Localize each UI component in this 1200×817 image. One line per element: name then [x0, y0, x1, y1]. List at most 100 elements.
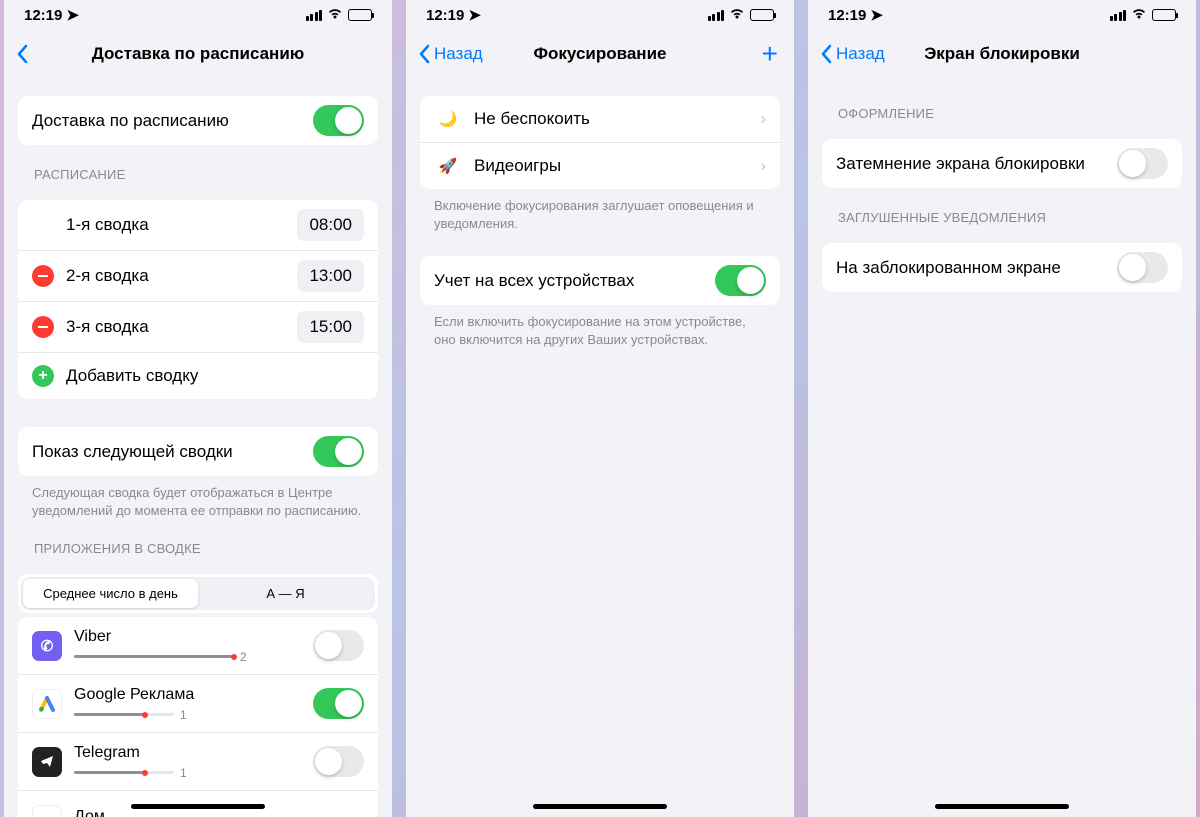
status-time: 12:19: [828, 7, 866, 24]
battery-icon: [750, 9, 774, 21]
summary-row-3[interactable]: 3-я сводка 15:00: [18, 302, 378, 353]
app-count: 1: [180, 708, 187, 722]
location-icon: ➤: [468, 6, 481, 24]
home-indicator[interactable]: [533, 804, 667, 809]
segment-alpha[interactable]: А — Я: [198, 579, 373, 608]
row-label: Видеоигры: [474, 156, 760, 176]
summary-row-1[interactable]: 1-я сводка 08:00: [18, 200, 378, 251]
nav-bar: Доставка по расписанию: [4, 32, 392, 76]
back-label: Назад: [434, 44, 483, 64]
scheduled-delivery-toggle-row: Доставка по расписанию: [18, 96, 378, 145]
moon-icon: 🌙: [434, 105, 462, 133]
on-lock-row: На заблокированном экране: [822, 243, 1182, 292]
focus-dnd-row[interactable]: 🌙 Не беспокоить ›: [420, 96, 780, 143]
google-ads-icon: [32, 689, 62, 719]
app-row-google-ads: Google Реклама 1: [18, 675, 378, 733]
location-icon: ➤: [66, 6, 79, 24]
screen-focus: 12:19➤ Назад Фокусирование + 🌙 Не беспок…: [406, 0, 794, 817]
status-bar: 12:19➤: [808, 0, 1196, 18]
nav-bar: Назад Фокусирование +: [406, 32, 794, 76]
dim-lock-row: Затемнение экрана блокировки: [822, 139, 1182, 188]
page-title: Экран блокировки: [924, 44, 1080, 64]
focus-gaming-row[interactable]: 🚀 Видеоигры ›: [420, 143, 780, 189]
home-indicator[interactable]: [131, 804, 265, 809]
wifi-icon: [1131, 7, 1147, 24]
dim-toggle[interactable]: [1117, 148, 1168, 179]
row-label: Доставка по расписанию: [32, 111, 313, 131]
wifi-icon: [327, 7, 343, 24]
time-value[interactable]: 13:00: [297, 260, 364, 292]
home-indicator[interactable]: [935, 804, 1069, 809]
row-label: На заблокированном экране: [836, 258, 1117, 278]
remove-icon[interactable]: [32, 316, 54, 338]
app-toggle[interactable]: [313, 630, 364, 661]
share-toggle[interactable]: [715, 265, 766, 296]
app-name: Viber: [74, 628, 303, 646]
row-label: Показ следующей сводки: [32, 442, 313, 462]
back-button[interactable]: Назад: [820, 44, 885, 64]
status-bar: 12:19➤: [406, 0, 794, 18]
scheduled-delivery-toggle[interactable]: [313, 105, 364, 136]
row-label: Затемнение экрана блокировки: [836, 154, 1117, 174]
telegram-icon: [32, 747, 62, 777]
screen-scheduled-delivery: 12:19➤ Доставка по расписанию Доставка п…: [4, 0, 392, 817]
row-label: Добавить сводку: [66, 366, 364, 386]
summary-row-2[interactable]: 2-я сводка 13:00: [18, 251, 378, 302]
status-bar: 12:19➤: [4, 0, 392, 18]
app-name: Telegram: [74, 744, 303, 762]
segment-control[interactable]: Среднее число в день А — Я: [21, 577, 375, 610]
wifi-icon: [729, 7, 745, 24]
viber-icon: ✆: [32, 631, 62, 661]
app-count: 2: [240, 650, 247, 664]
row-label: Не беспокоить: [474, 109, 760, 129]
section-header: ОФОРМЛЕНИЕ: [822, 84, 1182, 127]
add-button[interactable]: +: [762, 38, 778, 70]
add-summary-row[interactable]: + Добавить сводку: [18, 353, 378, 399]
footer-text: Следующая сводка будет отображаться в Це…: [18, 476, 378, 519]
back-label: Назад: [836, 44, 885, 64]
signal-icon: [306, 10, 323, 21]
next-summary-toggle[interactable]: [313, 436, 364, 467]
back-button[interactable]: Назад: [418, 44, 483, 64]
remove-icon[interactable]: [32, 265, 54, 287]
section-header: ЗАГЛУШЕННЫЕ УВЕДОМЛЕНИЯ: [822, 188, 1182, 231]
app-toggle[interactable]: [313, 746, 364, 777]
signal-icon: [708, 10, 725, 21]
time-value[interactable]: 08:00: [297, 209, 364, 241]
battery-icon: [1152, 9, 1176, 21]
app-name: Дом: [74, 808, 354, 817]
back-button[interactable]: [16, 44, 32, 64]
lock-toggle[interactable]: [1117, 252, 1168, 283]
next-summary-toggle-row: Показ следующей сводки: [18, 427, 378, 476]
rocket-icon: 🚀: [434, 152, 462, 180]
nav-bar: Назад Экран блокировки: [808, 32, 1196, 76]
chevron-left-icon: [820, 44, 832, 64]
signal-icon: [1110, 10, 1127, 21]
row-label: 3-я сводка: [66, 317, 297, 337]
time-value[interactable]: 15:00: [297, 311, 364, 343]
screen-lock: 12:19➤ Назад Экран блокировки ОФОРМЛЕНИЕ…: [808, 0, 1196, 817]
app-count: 1: [180, 766, 187, 780]
location-icon: ➤: [870, 6, 883, 24]
share-across-devices-row: Учет на всех устройствах: [420, 256, 780, 305]
app-toggle[interactable]: [313, 688, 364, 719]
segment-avg[interactable]: Среднее число в день: [23, 579, 198, 608]
chevron-right-icon: ›: [760, 109, 766, 129]
row-label: 2-я сводка: [66, 266, 297, 286]
row-label: Учет на всех устройствах: [434, 271, 715, 291]
page-title: Доставка по расписанию: [92, 44, 305, 64]
app-row-viber: ✆ Viber 2: [18, 617, 378, 675]
section-header: ПРИЛОЖЕНИЯ В СВОДКЕ: [18, 519, 378, 562]
chevron-left-icon: [16, 44, 28, 64]
chevron-right-icon: ›: [760, 156, 766, 176]
app-name: Google Реклама: [74, 686, 303, 704]
battery-icon: [348, 9, 372, 21]
footer-text: Если включить фокусирование на этом устр…: [420, 305, 780, 348]
add-icon: +: [32, 365, 54, 387]
row-label: 1-я сводка: [32, 215, 297, 235]
chevron-left-icon: [418, 44, 430, 64]
app-row-telegram: Telegram 1: [18, 733, 378, 791]
page-title: Фокусирование: [534, 44, 667, 64]
status-time: 12:19: [426, 7, 464, 24]
home-icon: ⌂: [32, 805, 62, 817]
